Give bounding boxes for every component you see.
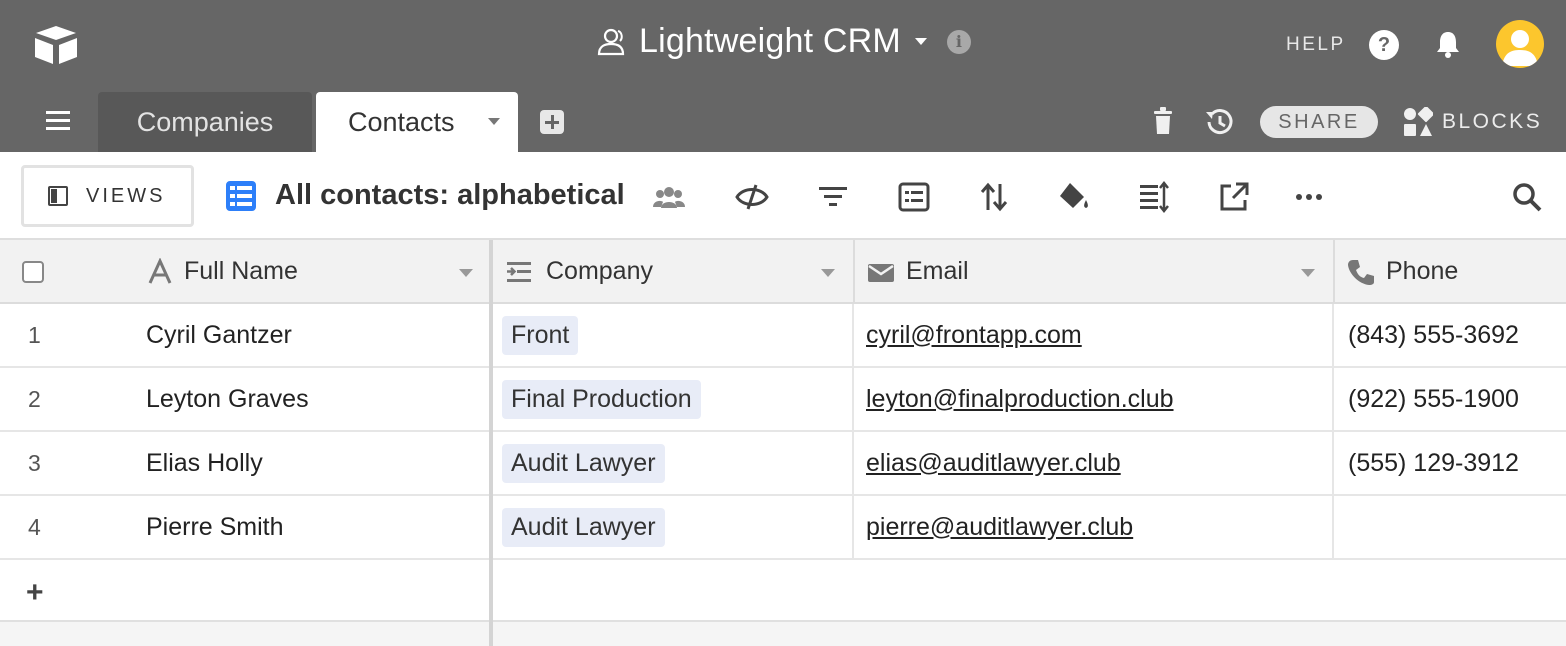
app-header: Lightweight CRM i HELP ? Companies Conta… — [0, 0, 1566, 152]
phone-cell[interactable]: (843) 555-3692 — [1348, 304, 1519, 366]
hamburger-menu-icon[interactable] — [46, 110, 70, 132]
column-label: Full Name — [184, 256, 298, 285]
column-header-phone[interactable]: Phone — [1333, 240, 1566, 304]
base-title[interactable]: Lightweight CRM — [639, 22, 901, 61]
linked-record-pill[interactable]: Audit Lawyer — [502, 507, 665, 547]
column-label: Email — [906, 256, 969, 285]
column-divider — [852, 304, 854, 560]
trash-icon[interactable] — [1152, 106, 1174, 136]
row-number: 2 — [28, 385, 41, 412]
collaborators-icon[interactable] — [652, 180, 686, 214]
collaborators-icon[interactable] — [595, 26, 627, 58]
column-label: Phone — [1386, 256, 1459, 285]
company-cell[interactable]: Final Production — [502, 368, 701, 430]
row-height-icon[interactable] — [1137, 180, 1171, 214]
phone-cell[interactable]: (555) 129-3912 — [1348, 432, 1519, 494]
add-record-row[interactable]: + — [0, 560, 1566, 622]
sort-icon[interactable] — [977, 180, 1011, 214]
column-header-full-name[interactable]: Full Name — [0, 240, 490, 304]
linked-record-pill[interactable]: Final Production — [502, 379, 701, 419]
column-menu-chevron-icon[interactable] — [821, 269, 835, 277]
full-name-cell[interactable]: Leyton Graves — [146, 368, 309, 430]
user-avatar[interactable] — [1496, 20, 1544, 68]
search-icon[interactable] — [1510, 180, 1544, 214]
add-table-plus-icon[interactable] — [540, 110, 564, 134]
company-cell[interactable]: Front — [502, 304, 579, 366]
row-number: 1 — [28, 321, 41, 348]
company-cell[interactable]: Audit Lawyer — [502, 432, 665, 494]
link-field-icon — [507, 262, 531, 282]
view-name[interactable]: All contacts: alphabetical — [275, 179, 625, 212]
email-link[interactable]: elias@auditlawyer.club — [866, 432, 1121, 494]
user-icon — [1502, 30, 1538, 66]
email-link[interactable]: pierre@auditlawyer.club — [866, 496, 1133, 558]
records-grid: Full Name Company Email Phone 1 Cyril Ga… — [0, 240, 1566, 646]
column-divider — [1332, 304, 1334, 560]
views-label: VIEWS — [86, 184, 166, 207]
views-button[interactable]: VIEWS — [21, 165, 194, 227]
frozen-column-divider[interactable] — [489, 240, 493, 646]
group-icon[interactable] — [897, 180, 931, 214]
phone-field-icon — [1348, 260, 1374, 285]
app-logo-icon[interactable] — [32, 24, 80, 66]
column-label: Company — [546, 256, 653, 285]
company-cell[interactable]: Audit Lawyer — [502, 496, 665, 558]
tab-label: Companies — [136, 106, 274, 137]
add-record-plus-icon[interactable]: + — [26, 576, 44, 610]
tab-contacts[interactable]: Contacts — [316, 92, 518, 152]
blocks-icon[interactable] — [1403, 107, 1433, 137]
linked-record-pill[interactable]: Audit Lawyer — [502, 443, 665, 483]
blocks-button-label[interactable]: BLOCKS — [1442, 110, 1542, 134]
full-name-cell[interactable]: Cyril Gantzer — [146, 304, 292, 366]
info-icon[interactable]: i — [946, 29, 971, 54]
email-link[interactable]: cyril@frontapp.com — [866, 304, 1082, 366]
row-number: 4 — [28, 513, 41, 540]
hide-fields-icon[interactable] — [735, 180, 769, 214]
linked-record-pill[interactable]: Front — [502, 315, 579, 355]
view-toolbar: VIEWS All contacts: alphabetical — [0, 152, 1566, 240]
column-header-email[interactable]: Email — [853, 240, 1333, 304]
filter-icon[interactable] — [816, 180, 850, 214]
notification-bell-icon[interactable] — [1433, 29, 1463, 59]
help-icon[interactable]: ? — [1369, 30, 1399, 60]
email-field-icon — [868, 264, 894, 282]
tab-companies[interactable]: Companies — [98, 92, 312, 152]
tab-label: Contacts — [348, 106, 455, 137]
base-menu-chevron-icon[interactable] — [914, 38, 927, 45]
sidebar-toggle-icon — [48, 186, 68, 206]
column-header-company[interactable]: Company — [493, 240, 853, 304]
column-menu-chevron-icon[interactable] — [1301, 269, 1315, 277]
tab-menu-chevron-icon[interactable] — [488, 118, 500, 125]
share-view-icon[interactable] — [1217, 180, 1251, 214]
history-icon[interactable] — [1203, 106, 1235, 138]
full-name-cell[interactable]: Pierre Smith — [146, 496, 284, 558]
grid-view-icon[interactable] — [225, 180, 257, 212]
email-link[interactable]: leyton@finalproduction.club — [866, 368, 1174, 430]
text-field-icon — [148, 258, 172, 284]
full-name-cell[interactable]: Elias Holly — [146, 432, 263, 494]
column-menu-chevron-icon[interactable] — [459, 269, 473, 277]
more-icon[interactable] — [1292, 180, 1326, 214]
phone-cell[interactable]: (922) 555-1900 — [1348, 368, 1519, 430]
help-link[interactable]: HELP — [1286, 34, 1346, 56]
color-icon[interactable] — [1057, 180, 1091, 214]
row-number: 3 — [28, 449, 41, 476]
share-button[interactable]: SHARE — [1260, 106, 1378, 138]
select-all-checkbox[interactable] — [22, 261, 44, 283]
